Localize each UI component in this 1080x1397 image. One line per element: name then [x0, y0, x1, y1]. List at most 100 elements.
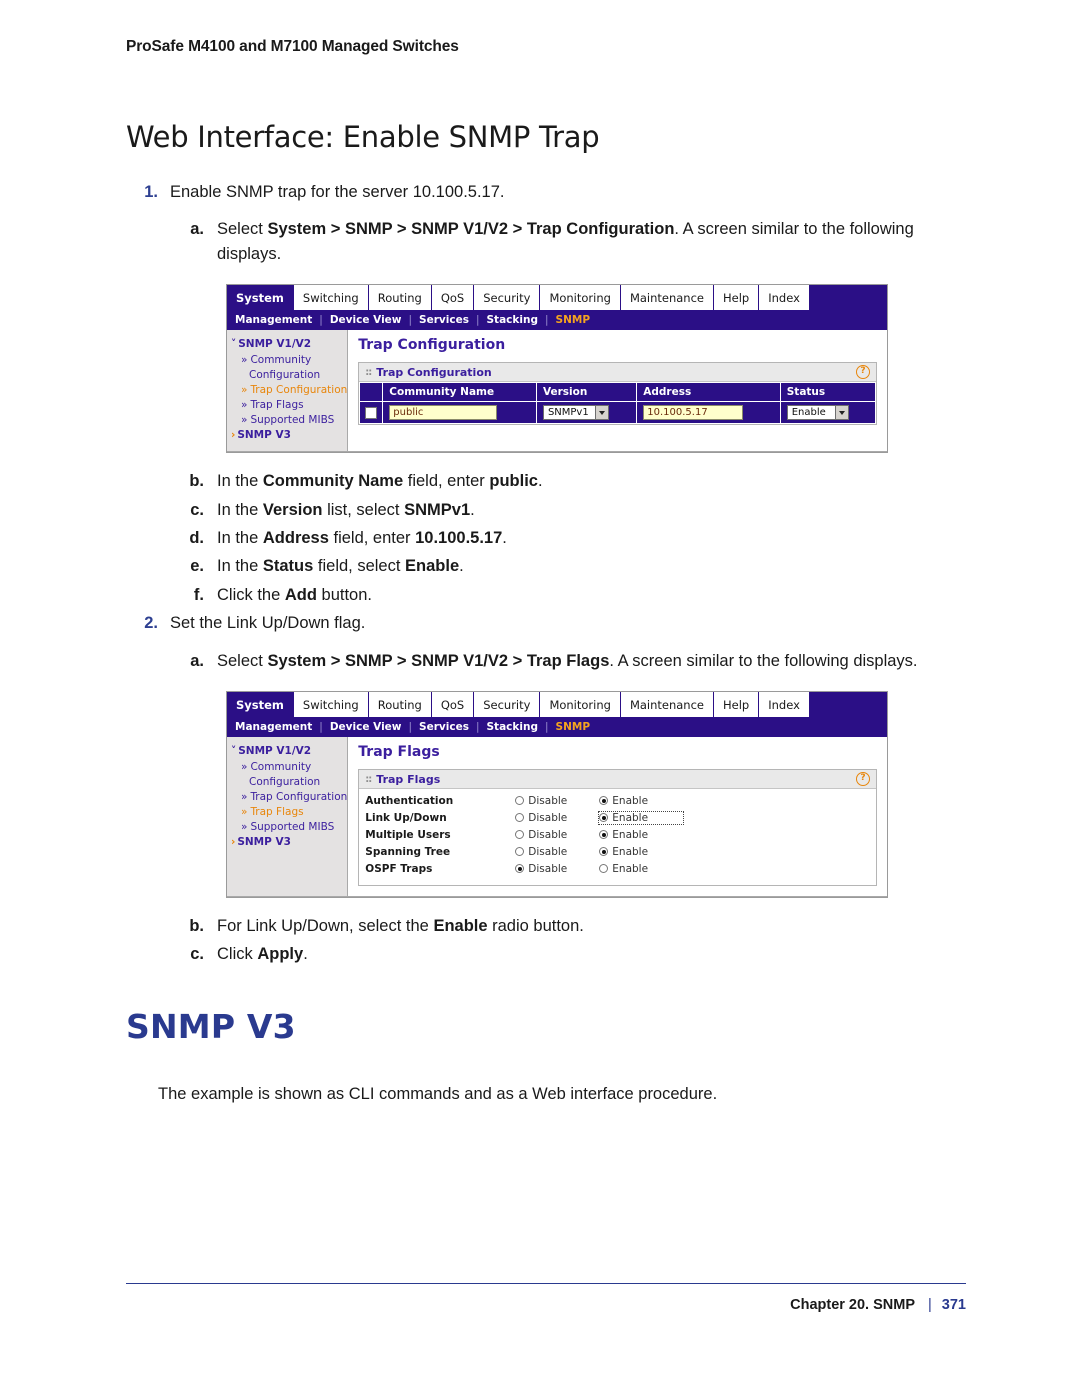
sidebar-group-label: SNMP V3	[237, 429, 291, 442]
nav-tab-monitoring[interactable]: Monitoring	[540, 692, 621, 718]
nav-tab-routing[interactable]: Routing	[368, 285, 432, 311]
nav-tab-help[interactable]: Help	[714, 285, 760, 311]
version-selected-value: SNMPv1	[547, 407, 589, 419]
radio-icon	[515, 847, 525, 857]
nav-tab-system[interactable]: System	[227, 285, 294, 311]
figure-trap-flags: System Switching Routing QoS Security Mo…	[226, 691, 888, 899]
subnav-separator: |	[408, 314, 413, 327]
radio-icon	[599, 864, 609, 874]
sidebar-item-community[interactable]: » Community	[227, 352, 347, 367]
step-marker: 1.	[144, 183, 158, 201]
nav-tab-security[interactable]: Security	[474, 285, 541, 311]
subnav-management[interactable]: Management	[235, 314, 312, 326]
step-text: In the Status field, select Enable.	[217, 557, 464, 576]
row-checkbox[interactable]	[365, 406, 378, 419]
nav-tab-system[interactable]: System	[227, 692, 294, 718]
sidebar-item-configuration[interactable]: Configuration	[227, 774, 347, 789]
sidebar-group-snmp-v3[interactable]: › SNMP V3	[227, 427, 347, 443]
nav-tab-qos[interactable]: QoS	[431, 692, 475, 718]
subnav-separator: |	[544, 721, 549, 734]
sidebar-group-label: SNMP V1/V2	[238, 745, 312, 758]
step-text: In the Address field, enter 10.100.5.17.	[217, 529, 507, 548]
multiple-users-enable-option[interactable]: Enable	[599, 829, 683, 841]
sidebar-group-snmp-v1v2[interactable]: ˅ SNMP V1/V2	[227, 743, 347, 759]
body-paragraph: The example is shown as CLI commands and…	[158, 1084, 718, 1103]
link-up-down-disable-option[interactable]: Disable	[515, 812, 599, 824]
page-footer: Chapter 20. SNMP | 371	[790, 1297, 966, 1313]
subnav-device-view[interactable]: Device View	[330, 721, 402, 733]
column-community-name: Community Name	[382, 382, 537, 403]
sidebar-group-snmp-v3[interactable]: › SNMP V3	[227, 834, 347, 850]
nav-tab-routing[interactable]: Routing	[368, 692, 432, 718]
subnav-services[interactable]: Services	[419, 314, 469, 326]
sidebar-item-trap-configuration[interactable]: » Trap Configuration	[227, 789, 347, 804]
option-label: Enable	[612, 845, 649, 858]
subnav-device-view[interactable]: Device View	[330, 314, 402, 326]
ospf-traps-disable-option[interactable]: Disable	[515, 863, 599, 875]
sidebar-item-community[interactable]: » Community	[227, 759, 347, 774]
radio-icon	[599, 847, 609, 857]
nav-tab-maintenance[interactable]: Maintenance	[620, 692, 714, 718]
authentication-enable-option[interactable]: Enable	[599, 795, 683, 807]
ospf-traps-enable-option[interactable]: Enable	[599, 863, 683, 875]
subnav-snmp[interactable]: SNMP	[556, 721, 591, 733]
option-label: Disable	[528, 845, 568, 858]
step-text: In the Community Name field, enter publi…	[217, 472, 543, 491]
nav-tab-help[interactable]: Help	[714, 692, 760, 718]
subnav-stacking[interactable]: Stacking	[487, 314, 538, 326]
flag-row-link-up-down: Link Up/Down Disable Enable	[359, 809, 876, 826]
nav-tab-switching[interactable]: Switching	[293, 285, 369, 311]
address-input[interactable]: 10.100.5.17	[643, 405, 744, 421]
version-select[interactable]: SNMPv1	[542, 405, 609, 421]
column-version: Version	[535, 382, 638, 403]
subnav-snmp[interactable]: SNMP	[556, 314, 591, 326]
step-1b: b. In the Community Name field, enter pu…	[186, 469, 966, 493]
nav-tab-index[interactable]: Index	[759, 692, 810, 718]
chevron-right-icon: ›	[231, 836, 236, 849]
status-select[interactable]: Enable	[786, 405, 849, 421]
sidebar-item-supported-mibs[interactable]: » Supported MIBS	[227, 412, 347, 427]
flag-label: Multiple Users	[365, 828, 451, 841]
chevron-down-icon: ˅	[231, 745, 237, 758]
step-1c: c. In the Version list, select SNMPv1.	[186, 498, 966, 522]
table-header-row: Community Name Version Address Status	[359, 382, 877, 403]
panel-title: Trap Configuration	[376, 365, 492, 379]
footer-divider	[126, 1283, 966, 1284]
multiple-users-disable-option[interactable]: Disable	[515, 829, 599, 841]
subnav-stacking[interactable]: Stacking	[487, 721, 538, 733]
community-name-input[interactable]: public	[389, 405, 498, 421]
spanning-tree-enable-option[interactable]: Enable	[599, 846, 683, 858]
help-icon[interactable]: ?	[856, 365, 870, 380]
option-label: Enable	[612, 828, 649, 841]
screen-title: Trap Configuration	[358, 337, 506, 354]
column-select	[359, 382, 384, 403]
subnav-management[interactable]: Management	[235, 721, 312, 733]
radio-icon	[515, 796, 525, 806]
sidebar-item-configuration[interactable]: Configuration	[227, 367, 347, 382]
sidebar-item-trap-flags[interactable]: » Trap Flags	[227, 397, 347, 412]
nav-tab-security[interactable]: Security	[474, 692, 541, 718]
step-text: Click the Add button.	[217, 585, 372, 604]
link-up-down-enable-option[interactable]: Enable	[598, 810, 685, 825]
step-marker: 2.	[144, 614, 158, 633]
spanning-tree-disable-option[interactable]: Disable	[515, 846, 599, 858]
chevron-right-icon: »	[241, 398, 248, 411]
sidebar-item-trap-flags[interactable]: » Trap Flags	[227, 804, 347, 819]
chevron-right-icon: »	[241, 760, 248, 773]
step-marker: a.	[190, 651, 204, 670]
nav-tab-maintenance[interactable]: Maintenance	[620, 285, 714, 311]
ui-body: ˅ SNMP V1/V2 » Community Configuration » Tr…	[227, 737, 887, 898]
sidebar-item-trap-configuration[interactable]: » Trap Configuration	[227, 382, 347, 397]
authentication-disable-option[interactable]: Disable	[515, 795, 599, 807]
flag-label: Spanning Tree	[365, 845, 451, 858]
nav-tab-monitoring[interactable]: Monitoring	[540, 285, 621, 311]
sidebar-group-snmp-v1v2[interactable]: ˅ SNMP V1/V2	[227, 336, 347, 352]
trap-flags-list: Authentication Disable Enable Link Up/Do…	[359, 789, 876, 885]
subnav-services[interactable]: Services	[419, 721, 469, 733]
sidebar-item-supported-mibs[interactable]: » Supported MIBS	[227, 819, 347, 834]
help-icon[interactable]: ?	[856, 772, 870, 787]
nav-tab-qos[interactable]: QoS	[431, 285, 475, 311]
row-select-cell	[359, 401, 384, 425]
nav-tab-switching[interactable]: Switching	[293, 692, 369, 718]
nav-tab-index[interactable]: Index	[759, 285, 810, 311]
